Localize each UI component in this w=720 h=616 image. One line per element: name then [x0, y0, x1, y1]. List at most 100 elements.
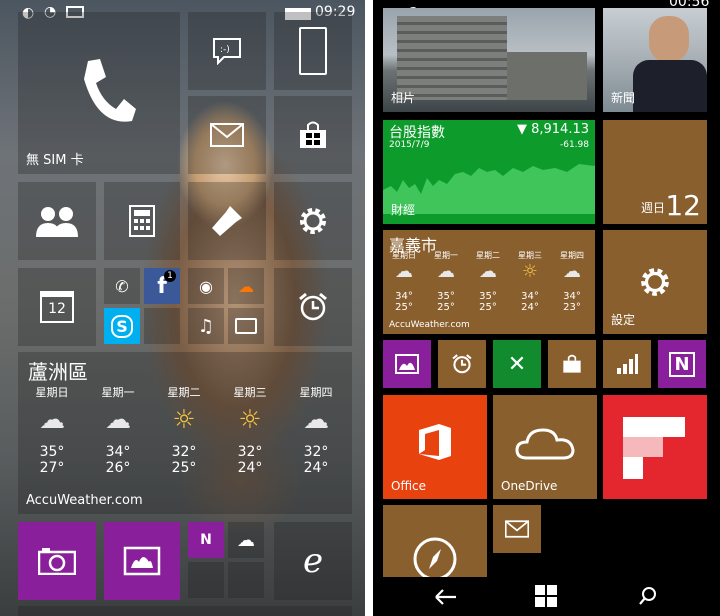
- weekday-name: 星期二: [167, 386, 201, 399]
- radio-tile[interactable]: [228, 308, 264, 344]
- photos-tile-left[interactable]: [104, 522, 180, 600]
- sun-cloud-icon: ☼: [172, 405, 196, 435]
- onenote-tile-right[interactable]: N: [658, 340, 706, 388]
- high-temp: 34°: [395, 291, 413, 302]
- low-temp: 25°: [437, 302, 455, 313]
- news-person-suit: [633, 60, 707, 112]
- calculator-icon: [129, 205, 155, 237]
- weather-source: AccuWeather.com: [26, 493, 143, 508]
- mail-tile-right[interactable]: [493, 505, 541, 553]
- date-weekday: 週日: [640, 201, 665, 215]
- storm-icon: ☁: [303, 405, 329, 435]
- mail-icon: [505, 520, 529, 538]
- store-tile[interactable]: [274, 96, 352, 174]
- weekday-name: 星期二: [476, 251, 500, 260]
- messaging-tile[interactable]: :-): [188, 12, 266, 90]
- search-icon[interactable]: [639, 587, 657, 605]
- low-temp: 23°: [563, 302, 581, 313]
- signal-bars-icon: [617, 354, 638, 374]
- finance-name: 台股指數: [389, 125, 445, 141]
- alarms-tile[interactable]: [274, 268, 352, 346]
- storm-icon: ☁: [479, 261, 497, 282]
- alarms-tile-right[interactable]: [438, 340, 486, 388]
- alarm-clock-icon: [299, 292, 327, 321]
- low-temp: 27°: [39, 460, 65, 476]
- xbox-controller-icon: ✕: [507, 351, 527, 377]
- storm-icon: ☁: [437, 261, 455, 282]
- right-phone-screen: ◐ ◔ 00:56 相片 新聞 台股指數 2015/7/9 ▼ 8,914.13…: [373, 0, 720, 616]
- low-temp: 24°: [303, 460, 329, 476]
- high-temp: 35°: [479, 291, 497, 302]
- battery-full-icon: [299, 27, 327, 75]
- battery-tile[interactable]: [274, 12, 352, 90]
- sun-cloud-icon: ☼: [521, 261, 539, 282]
- building-photo-2: [507, 52, 587, 100]
- podcast-tile[interactable]: ◉: [188, 268, 224, 304]
- facebook-tile[interactable]: f 1: [144, 268, 180, 304]
- alarm-clock-icon: [452, 354, 472, 374]
- phone-tile-label: 無 SIM 卡: [26, 153, 84, 168]
- maps-tile[interactable]: [383, 505, 487, 577]
- high-temp: 32°: [237, 444, 263, 460]
- mail-tile[interactable]: [188, 96, 266, 174]
- flipboard-tile[interactable]: [603, 395, 707, 499]
- windows-start-icon[interactable]: [535, 585, 557, 607]
- left-phone-screen: ◐ ◔ 09:29 無 SIM 卡 :-) 12 ✆ f 1 S ◉ ☁ ♫ 蘆…: [0, 0, 365, 616]
- phone-tile[interactable]: 無 SIM 卡: [18, 12, 180, 174]
- low-temp: 24°: [237, 460, 263, 476]
- office-tile[interactable]: Office: [383, 395, 487, 499]
- onedrive-tile-small[interactable]: ☁: [228, 522, 264, 558]
- cellular-tile[interactable]: [603, 340, 651, 388]
- weather-tile-right[interactable]: 嘉義市 星期日 ☁ 34° 25° 星期一 ☁ 35° 25° 星期二 ☁ 35…: [383, 230, 595, 334]
- office-icon: [419, 424, 451, 460]
- weather-source: AccuWeather.com: [389, 320, 470, 330]
- store-icon: [300, 121, 326, 148]
- low-temp: 26°: [105, 460, 131, 476]
- weekday-name: 星期四: [299, 386, 333, 399]
- onedrive-tile[interactable]: OneDrive: [493, 395, 597, 499]
- photo-viewer-tile[interactable]: [383, 340, 431, 388]
- finance-tile[interactable]: 台股指數 2015/7/9 ▼ 8,914.13 -61.98 財經: [383, 120, 595, 224]
- photos-label: 相片: [391, 91, 416, 105]
- onenote-tile-left[interactable]: N: [188, 522, 224, 558]
- gear-icon: [641, 268, 669, 296]
- back-arrow-icon[interactable]: [435, 589, 457, 605]
- camera-icon: [38, 548, 76, 575]
- flipboard-icon: [623, 417, 685, 479]
- finance-value: ▼ 8,914.13: [516, 122, 589, 137]
- news-tile[interactable]: 新聞: [603, 8, 707, 112]
- xbox-tile[interactable]: ✕: [493, 340, 541, 388]
- settings-tile-left[interactable]: [274, 182, 352, 260]
- weather-day-2: 星期二 ☁ 35° 25°: [467, 250, 509, 313]
- low-temp: 25°: [479, 302, 497, 313]
- high-temp: 32°: [303, 444, 329, 460]
- empty-small-tile-3: [228, 562, 264, 598]
- store-icon: [563, 354, 581, 373]
- photos-icon: [395, 354, 419, 374]
- messenger-tile[interactable]: ✆: [104, 268, 140, 304]
- flashlight-tile[interactable]: [188, 182, 266, 260]
- ie-icon: e: [302, 541, 324, 581]
- storm-icon: ☁: [563, 261, 581, 282]
- camera-tile[interactable]: [18, 522, 96, 600]
- weather-day-3: 星期三 ☼ 32° 24°: [220, 384, 280, 476]
- weather-day-3: 星期三 ☼ 34° 24°: [509, 250, 551, 313]
- low-temp: 25°: [395, 302, 413, 313]
- news-label: 新聞: [611, 91, 636, 105]
- internet-explorer-tile[interactable]: e: [274, 522, 352, 600]
- weekday-name: 星期一: [434, 251, 458, 260]
- music-tile[interactable]: ♫: [188, 308, 224, 344]
- finance-date: 2015/7/9: [389, 140, 430, 150]
- skype-tile[interactable]: S: [104, 308, 140, 344]
- soundcloud-tile[interactable]: ☁: [228, 268, 264, 304]
- photos-tile-right[interactable]: 相片: [383, 8, 595, 112]
- storm-icon: ☁: [39, 405, 65, 435]
- svg-text::-): :-): [220, 45, 230, 55]
- calculator-tile[interactable]: [104, 182, 180, 260]
- calendar-tile[interactable]: 12: [18, 268, 96, 346]
- settings-tile-right[interactable]: 設定: [603, 230, 707, 334]
- people-tile[interactable]: [18, 182, 96, 260]
- date-tile[interactable]: 週日 12: [603, 120, 707, 224]
- store-tile-right[interactable]: [548, 340, 596, 388]
- weather-tile-left[interactable]: 蘆洲區 星期日 ☁ 35° 27° 星期一 ☁ 34° 26° 星期二 ☼ 32…: [18, 352, 352, 514]
